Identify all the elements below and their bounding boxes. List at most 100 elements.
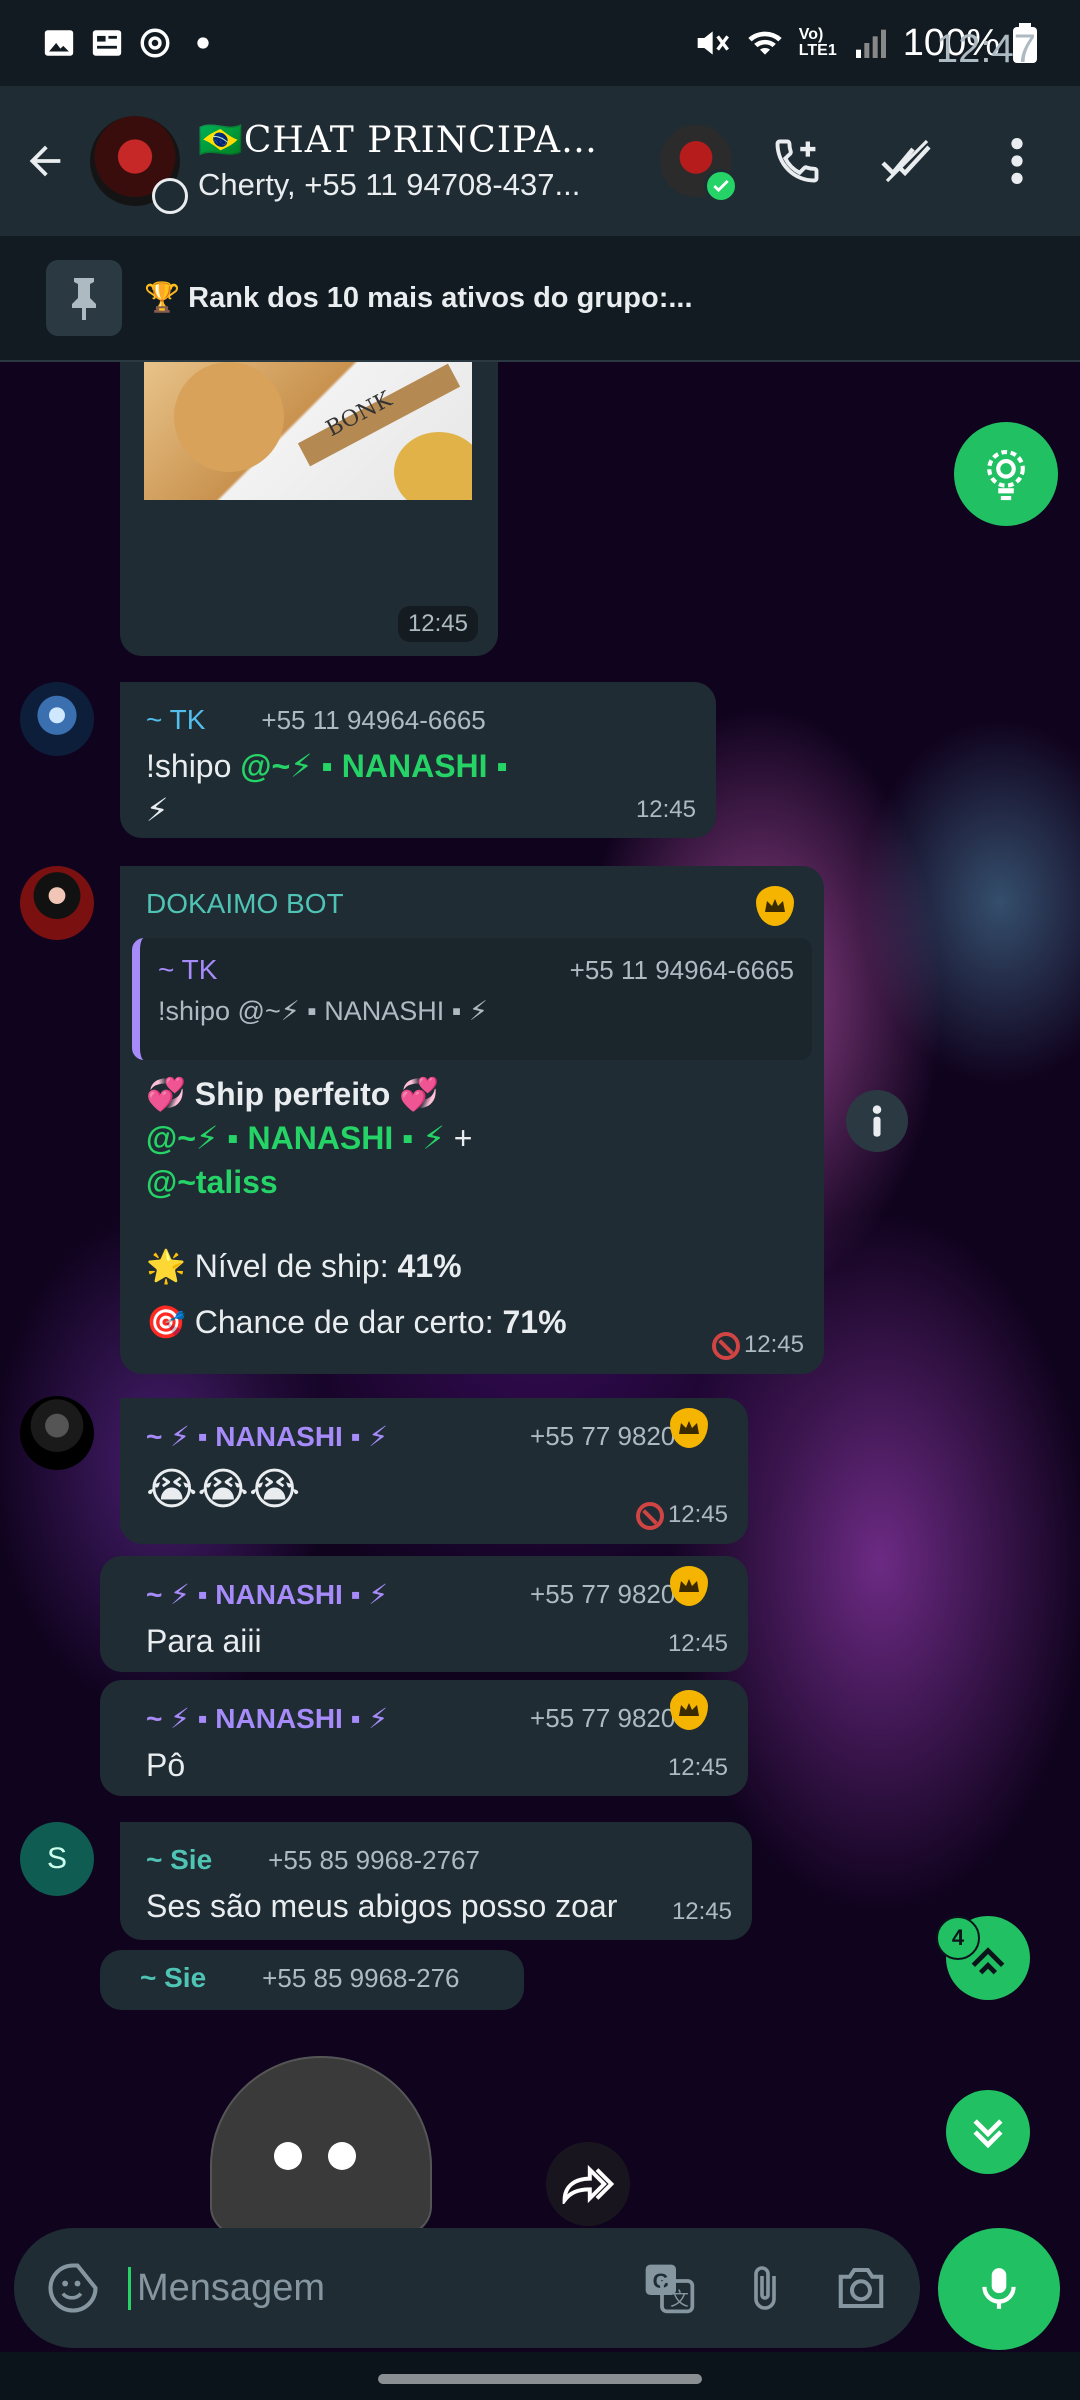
admin-crown-icon: [756, 886, 794, 926]
svg-text:文: 文: [670, 2290, 689, 2311]
message-text: !shipo @~⚡ ▪ NANASHI ▪ ⚡: [146, 744, 692, 832]
signal-icon: [855, 29, 886, 58]
sender-row: ~ ⚡ ▪ NANASHI ▪ ⚡ +55 77 9820-: [126, 1578, 724, 1611]
voice-message-button[interactable]: [938, 2228, 1060, 2350]
info-button[interactable]: [846, 1090, 908, 1152]
mention-nanashi[interactable]: @~⚡ ▪ NANASHI ▪: [240, 748, 508, 784]
ship-title: 💞 Ship perfeito 💞: [146, 1076, 440, 1112]
mention-nanashi[interactable]: @~⚡ ▪ NANASHI ▪ ⚡: [146, 1120, 445, 1156]
chance-label: 🎯 Chance de dar certo:: [146, 1304, 503, 1340]
sender-name[interactable]: ~ ⚡ ▪ NANASHI ▪ ⚡: [146, 1420, 388, 1453]
dokaimo-bot-avatar[interactable]: [20, 866, 94, 940]
image-message[interactable]: BONK 12:45: [120, 340, 498, 656]
nanashi-message[interactable]: ~ ⚡ ▪ NANASHI ▪ ⚡ +55 77 9820- Para aiii…: [100, 1556, 748, 1672]
mentions-count-badge: 4: [936, 1916, 980, 1960]
sender-row: ~ TK +55 11 94964-6665: [146, 704, 692, 736]
sie-avatar[interactable]: S: [20, 1822, 94, 1896]
ship-pair-line: @~⚡ ▪ NANASHI ▪ ⚡ +: [146, 1116, 806, 1160]
info-icon: [872, 1105, 882, 1137]
meme-dog-shape: [174, 362, 284, 472]
network-label: Vo) LTE1: [798, 26, 837, 59]
sender-row: ~ Sie +55 85 9968-2767: [146, 1844, 728, 1876]
whatsapp-chat-screen: 12:47 Vo) LTE1 100% 🇧🇷CHAT PRINCIPAL:...…: [0, 0, 1080, 2400]
news-notification-icon: [92, 30, 122, 56]
nanashi-avatar[interactable]: [20, 1396, 94, 1470]
sender-name[interactable]: ~ ⚡ ▪ NANASHI ▪ ⚡: [146, 1578, 388, 1611]
bonk-meme-image[interactable]: BONK: [144, 362, 472, 500]
message-time-text: 12:45: [743, 1331, 804, 1359]
message-text: Pô: [146, 1747, 186, 1783]
message-time: 12:45: [671, 1898, 732, 1925]
back-button[interactable]: [0, 86, 90, 236]
bot-message[interactable]: DOKAIMO BOT ~ TK +55 11 94964-6665 !ship…: [120, 866, 824, 1374]
quote-phone: +55 11 94964-6665: [569, 954, 794, 985]
translate-button[interactable]: G文: [634, 2253, 704, 2323]
blob-eye-left: [274, 2142, 302, 2170]
meta-ai-button[interactable]: [954, 422, 1058, 526]
mark-read-button[interactable]: [862, 116, 952, 206]
plus-text: +: [444, 1120, 473, 1156]
gallery-notification-icon: [44, 30, 74, 56]
lightning-text: ⚡: [146, 792, 169, 828]
ship-level-line: 🌟 Nível de ship: 41%: [146, 1244, 806, 1288]
sender-name[interactable]: ~ Sie: [140, 1962, 206, 1994]
forward-button[interactable]: [546, 2142, 630, 2226]
sie-message[interactable]: ~ Sie +55 85 9968-2767 Ses são meus abig…: [120, 1822, 752, 1940]
chat-title: 🇧🇷CHAT PRINCIPAL:...: [198, 120, 618, 161]
chat-title-block[interactable]: 🇧🇷CHAT PRINCIPAL:... Cherty, +55 11 9470…: [198, 119, 618, 203]
group-avatar[interactable]: [90, 116, 188, 214]
message-input[interactable]: Mensagem: [128, 2266, 608, 2310]
quoted-message[interactable]: ~ TK +55 11 94964-6665 !shipo @~⚡ ▪ NANA…: [132, 938, 812, 1060]
command-text: !shipo: [146, 748, 241, 784]
message-text: Para aiii: [146, 1623, 262, 1659]
status-time: 12:47: [935, 27, 1036, 71]
message-text: Ses são meus abigos posso zoar: [146, 1888, 618, 1924]
sender-phone: +55 85 9968-276: [262, 1962, 460, 1993]
sender-name[interactable]: ~ ⚡ ▪ NANASHI ▪ ⚡: [146, 1702, 388, 1735]
chat-participants: Cherty, +55 11 94708-437...: [198, 167, 581, 202]
ship-level-value: 41%: [397, 1248, 462, 1284]
sender-phone: +55 85 9968-2767: [268, 1844, 480, 1875]
pinned-message-bar[interactable]: 🏆 Rank dos 10 mais ativos do grupo:...: [0, 236, 1080, 362]
message-time-text: 12:45: [667, 1501, 728, 1529]
message-time: 12:45: [635, 1501, 728, 1530]
message-time: 12:45: [635, 796, 696, 823]
sender-phone: +55 77 9820-: [530, 1421, 684, 1451]
blocked-icon: [711, 1332, 740, 1360]
more-options-button[interactable]: [972, 116, 1062, 206]
sender-name[interactable]: DOKAIMO BOT: [146, 888, 344, 920]
tk-avatar[interactable]: [20, 682, 94, 756]
attach-button[interactable]: [730, 2253, 800, 2323]
pin-icon-box: [46, 260, 122, 336]
phone-plus-icon: [775, 139, 819, 183]
add-call-button[interactable]: [752, 116, 842, 206]
paperclip-icon: [754, 2266, 776, 2310]
sender-name[interactable]: ~ TK: [146, 704, 205, 736]
sender-phone: +55 77 9820-: [530, 1579, 684, 1609]
community-avatar[interactable]: [660, 125, 738, 203]
message-input-bar: Mensagem G文: [14, 2228, 920, 2348]
meme-doge-shape: [394, 432, 472, 500]
scroll-to-bottom-button[interactable]: [946, 2090, 1030, 2174]
nanashi-message[interactable]: ~ ⚡ ▪ NANASHI ▪ ⚡ +55 77 9820- Pô 12:45: [100, 1680, 748, 1796]
camera-icon: [838, 2267, 884, 2309]
community-badge-icon: [152, 178, 188, 214]
mute-icon: [697, 31, 729, 55]
message-time: 12:45: [711, 1331, 804, 1360]
pinned-text: 🏆 Rank dos 10 mais ativos do grupo:...: [144, 282, 693, 314]
mention-taliss[interactable]: @~taliss: [146, 1160, 806, 1204]
sender-row: ~ Sie +55 85 9968-276: [120, 1962, 504, 1994]
tk-message[interactable]: ~ TK +55 11 94964-6665 !shipo @~⚡ ▪ NANA…: [120, 682, 716, 838]
camera-button[interactable]: [826, 2253, 896, 2323]
quote-text: !shipo @~⚡ ▪ NANASHI ▪ ⚡: [158, 996, 488, 1026]
home-gesture-handle[interactable]: [378, 2374, 702, 2384]
bot-body: 💞 Ship perfeito 💞 @~⚡ ▪ NANASHI ▪ ⚡ + @~…: [146, 1072, 806, 1344]
avatar-letter: S: [46, 1842, 67, 1875]
lightbulb-gear-icon: [987, 449, 1025, 501]
nanashi-message[interactable]: ~ ⚡ ▪ NANASHI ▪ ⚡ +55 77 9820- 😭😭😭 12:45: [120, 1398, 748, 1544]
sender-name[interactable]: ~ Sie: [146, 1844, 212, 1876]
check-badge-icon: [704, 169, 738, 203]
sticker-button[interactable]: [38, 2253, 108, 2323]
sie-message-partial[interactable]: ~ Sie +55 85 9968-276: [100, 1950, 524, 2010]
